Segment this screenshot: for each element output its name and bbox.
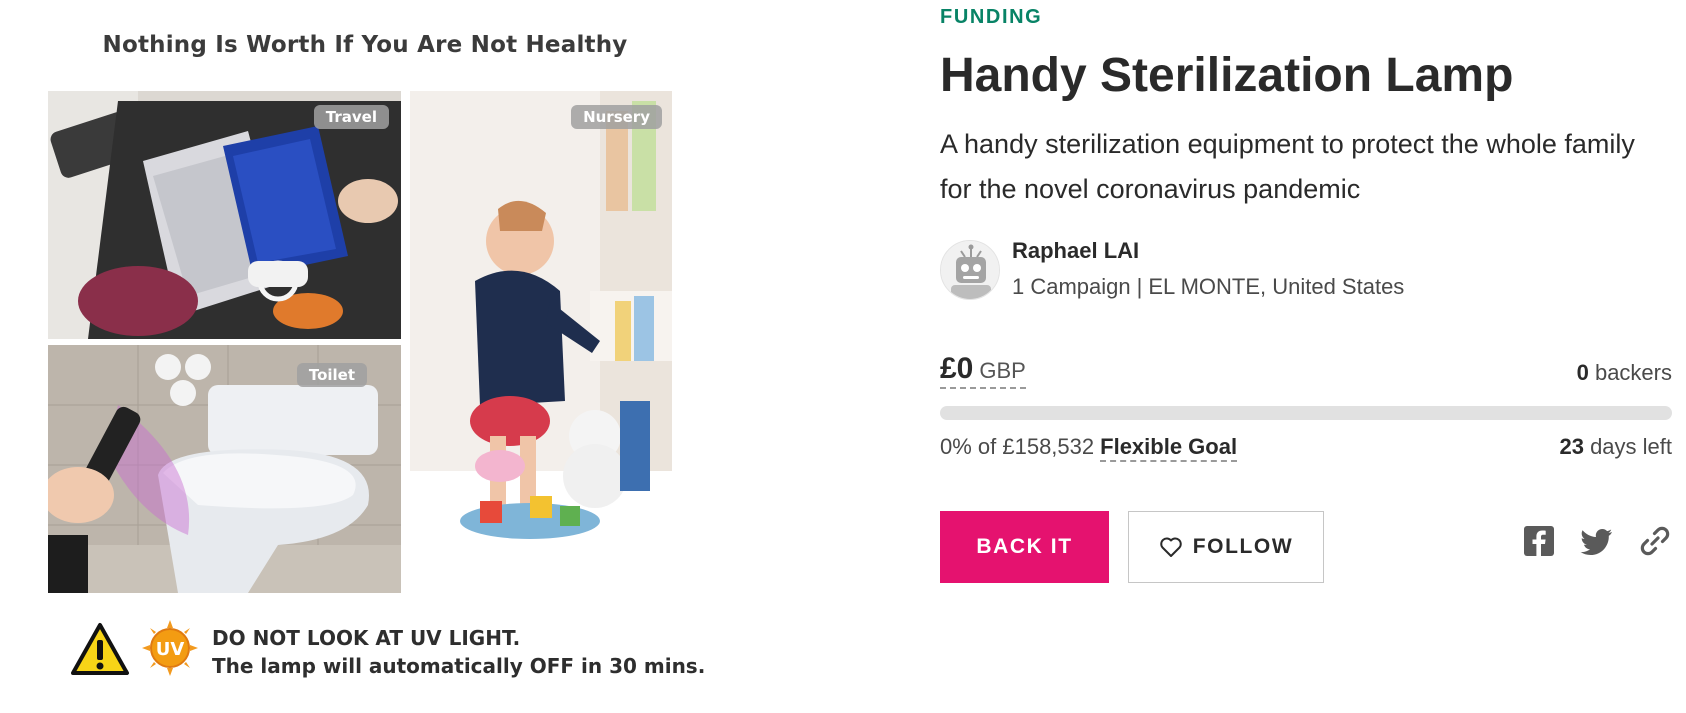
campaign-title: Handy Sterilization Lamp xyxy=(940,49,1514,102)
owner-campaign-count: 1 Campaign xyxy=(1012,274,1131,299)
goal-text: 0% of £158,532 Flexible Goal xyxy=(940,434,1238,462)
funds-raised[interactable]: £0 GBP xyxy=(940,352,1026,389)
travel-tag: Travel xyxy=(313,105,389,129)
link-icon[interactable] xyxy=(1638,524,1672,558)
nursery-tag: Nursery xyxy=(571,105,662,129)
campaign-category[interactable]: FUNDING xyxy=(940,6,1042,29)
backers-number: 0 xyxy=(1576,360,1589,385)
campaign-info: FUNDING Handy Sterilization Lamp A handy… xyxy=(940,0,1672,713)
funding-summary: £0 GBP 0 backers xyxy=(940,352,1672,392)
funds-raised-amount: £0 xyxy=(940,352,974,385)
uv-warning: UV DO NOT LOOK AT UV LIGHT. The lamp wil… xyxy=(70,620,710,680)
campaign-owner: Raphael LAI 1 Campaign | EL MONTE, United … xyxy=(940,238,1672,302)
backers-label: backers xyxy=(1594,360,1672,385)
facebook-icon[interactable] xyxy=(1522,524,1556,558)
campaign-subtitle: A handy sterilization equipment to prote… xyxy=(940,129,1635,204)
travel-photo: Travel xyxy=(48,91,401,339)
toilet-photo: Toilet xyxy=(48,345,401,593)
warning-line-1: DO NOT LOOK AT UV LIGHT. xyxy=(212,626,521,650)
owner-location: EL MONTE, United States xyxy=(1148,274,1405,299)
backers-count: 0 backers xyxy=(1577,360,1672,386)
follow-button[interactable]: FOLLOW xyxy=(1128,511,1324,583)
nursery-photo: Nursery xyxy=(410,91,672,592)
avatar[interactable] xyxy=(940,240,1000,300)
follow-label: FOLLOW xyxy=(1192,535,1294,558)
uv-badge-text: UV xyxy=(156,639,185,660)
share-icons xyxy=(1522,524,1672,558)
owner-meta-separator: | xyxy=(1136,274,1143,299)
goal-summary: 0% of £158,532 Flexible Goal 23 days left xyxy=(940,432,1672,472)
flexible-goal-link[interactable]: Flexible Goal xyxy=(1100,434,1238,462)
funding-progress-bar xyxy=(940,406,1672,420)
uv-sun-icon: UV xyxy=(142,620,198,676)
goal-percent: 0% of £158,532 xyxy=(940,434,1095,459)
owner-meta: 1 Campaign | EL MONTE, United States xyxy=(1012,274,1404,300)
warning-line-2: The lamp will automatically OFF in 30 mi… xyxy=(212,654,706,678)
twitter-icon[interactable] xyxy=(1580,524,1614,558)
toilet-tag: Toilet xyxy=(296,363,367,387)
days-left-number: 23 xyxy=(1559,434,1584,459)
heart-icon xyxy=(1159,537,1182,557)
back-it-button[interactable]: BACK IT xyxy=(940,511,1109,583)
image-headline: Nothing Is Worth If You Are Not Healthy xyxy=(102,32,628,58)
owner-name[interactable]: Raphael LAI xyxy=(1012,238,1139,264)
warning-triangle-icon xyxy=(71,623,129,675)
product-image: Nothing Is Worth If You Are Not Healthy … xyxy=(0,0,720,713)
funds-raised-currency: GBP xyxy=(979,358,1026,383)
days-left-label: days left xyxy=(1590,434,1672,459)
robot-avatar-icon xyxy=(941,241,999,299)
days-left: 23 days left xyxy=(1559,434,1672,460)
